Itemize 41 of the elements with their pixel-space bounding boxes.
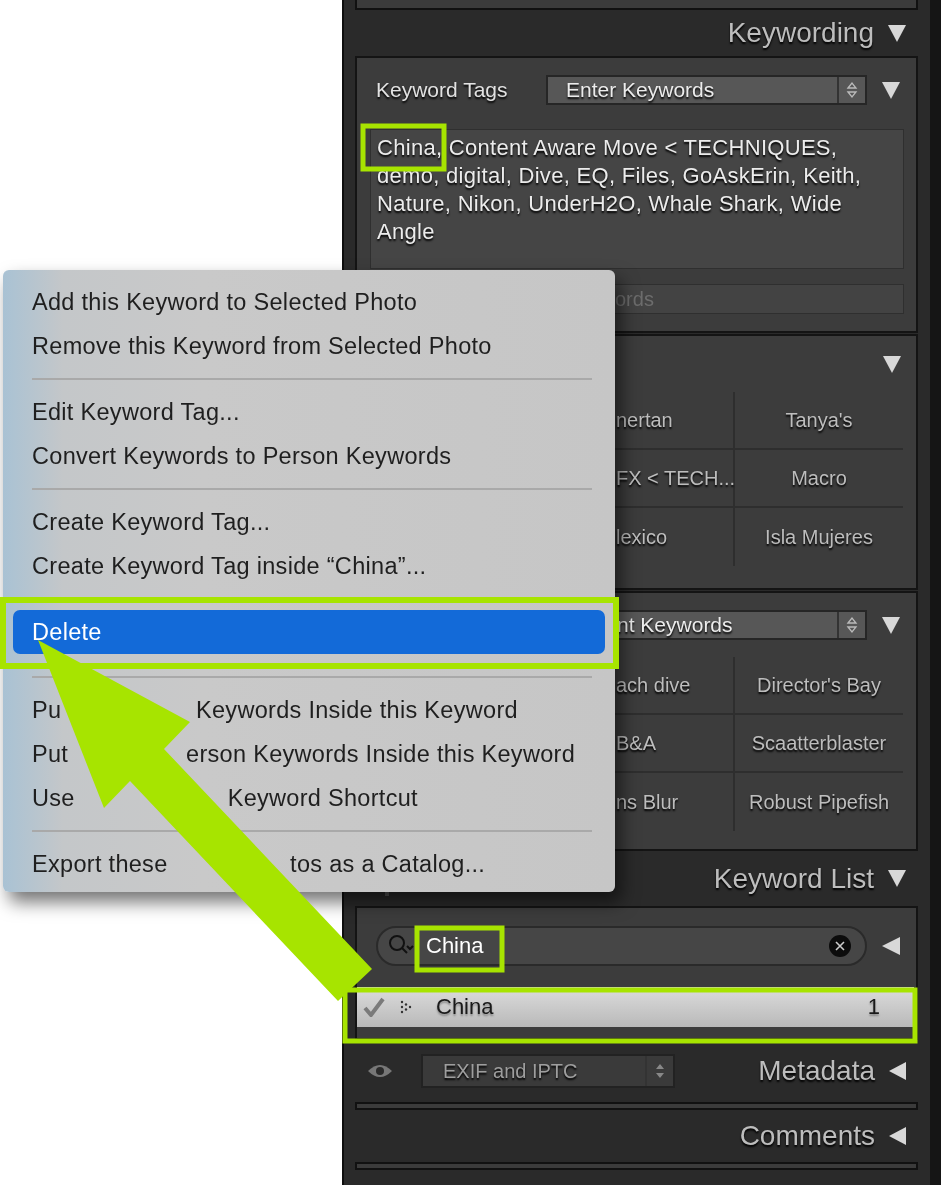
disclosure-triangle-icon[interactable] [883, 355, 901, 373]
stepper-icon[interactable] [846, 80, 858, 100]
menu-item[interactable]: Edit Keyword Tag... [13, 390, 605, 434]
left-triangle-icon[interactable] [882, 937, 900, 955]
panel-title: Comments [739, 1120, 875, 1152]
keyword-suggestion[interactable]: Macro [735, 450, 903, 508]
preset-dropdown[interactable]: EXIF and IPTC [421, 1054, 675, 1088]
collapsed-triangle-icon[interactable] [889, 1127, 906, 1145]
menu-item[interactable]: Put [32, 740, 69, 768]
disclosure-triangle-icon[interactable] [888, 870, 906, 887]
field-label: Keyword Tags [375, 78, 509, 102]
panel-title: Keyword List [713, 862, 874, 895]
menu-item[interactable]: Remove this Keyword from Selected Photo [13, 324, 605, 368]
menu-item[interactable]: Keywords Inside this Keyword [196, 696, 518, 724]
stepper-icon[interactable] [846, 615, 858, 635]
menu-item[interactable]: Convert Keywords to Person Keywords [13, 434, 605, 478]
clear-icon[interactable] [829, 935, 851, 957]
panel-title: Keywording [727, 17, 874, 49]
keyword-entry-dropdown[interactable]: Enter Keywords [546, 75, 867, 105]
checkmark-icon[interactable] [363, 997, 385, 1017]
disclosure-triangle-icon[interactable] [882, 81, 900, 99]
menu-item[interactable]: Delete [13, 610, 605, 654]
disclosure-triangle-icon[interactable] [882, 616, 900, 634]
dotted-triangle-icon [400, 1000, 414, 1014]
menu-item[interactable]: erson Keywords Inside this Keyword [186, 740, 576, 768]
panel-title: Metadata [758, 1055, 875, 1087]
menu-item[interactable]: Use [32, 784, 75, 812]
keyword-suggestion[interactable]: Scaatterblaster [735, 715, 903, 773]
collapsed-triangle-icon[interactable] [889, 1062, 906, 1080]
keyword-suggestion[interactable]: Director's Bay [735, 657, 903, 715]
menu-item[interactable]: Create Keyword Tag inside “China”... [13, 544, 605, 588]
menu-item[interactable]: Keyword Shortcut [227, 784, 418, 812]
menu-item[interactable]: Export these [32, 850, 168, 878]
menu-item[interactable]: tos as a Catalog... [290, 850, 486, 878]
menu-item[interactable]: Create Keyword Tag... [13, 500, 605, 544]
keyword-suggestion[interactable]: Robust Pipefish [735, 773, 903, 831]
keyword-suggestion[interactable]: Tanya's [735, 392, 903, 450]
menu-item[interactable]: Pu [32, 696, 62, 724]
keyword-suggestion[interactable]: Isla Mujeres [735, 508, 903, 566]
search-field[interactable]: China [376, 926, 867, 966]
keyword-row[interactable]: China 1 [357, 987, 914, 1027]
